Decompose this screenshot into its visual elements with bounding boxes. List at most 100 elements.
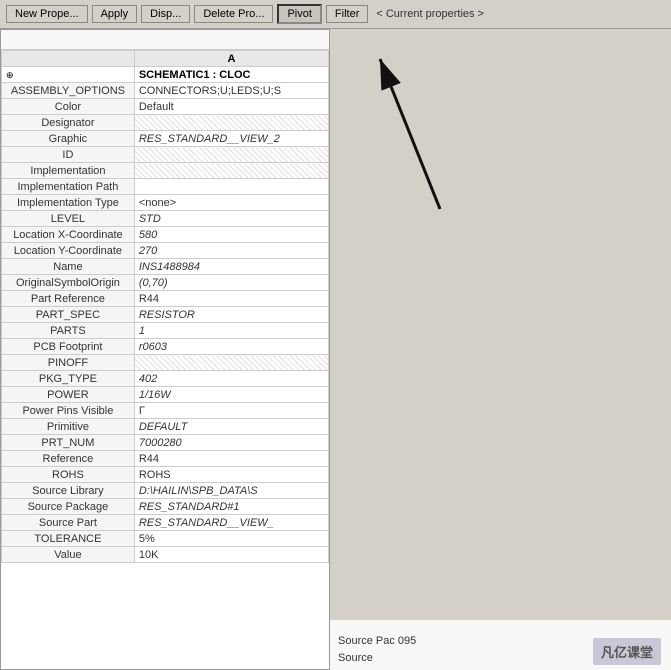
prop-value-cell: 402 xyxy=(134,371,328,387)
prop-name-cell: Source Library xyxy=(2,483,135,499)
prop-value-cell: <none> xyxy=(134,195,328,211)
right-panel: Source Pac 095 Source 凡亿课堂 xyxy=(330,29,671,670)
prop-value-cell: 580 xyxy=(134,227,328,243)
prop-name-cell: Name xyxy=(2,259,135,275)
schematic-header-row: ⊕ SCHEMATIC1 : CLOC xyxy=(2,67,329,83)
prop-table: A ⊕ SCHEMATIC1 : CLOC ASSEMBLY_OPTIONSCO… xyxy=(1,50,329,563)
col-a-header: A xyxy=(134,51,328,67)
bottom-text: Source Pac 095 Source xyxy=(338,633,416,666)
prop-name-cell: Primitive xyxy=(2,419,135,435)
prop-value-cell: RES_STANDARD__VIEW_2 xyxy=(134,131,328,147)
prop-value-cell xyxy=(134,355,328,371)
prop-name-cell: Part Reference xyxy=(2,291,135,307)
prop-value-cell: (0,70) xyxy=(134,275,328,291)
arrow-graphic xyxy=(350,39,470,219)
prop-name-cell: PCB Footprint xyxy=(2,339,135,355)
prop-name-cell: Implementation Type xyxy=(2,195,135,211)
prop-value-cell: 10K xyxy=(134,547,328,563)
table-row: ReferenceR44 xyxy=(2,451,329,467)
prop-name-cell: Graphic xyxy=(2,131,135,147)
prop-name-cell: Reference xyxy=(2,451,135,467)
bottom-line2: Source xyxy=(338,650,416,667)
prop-name-cell: Value xyxy=(2,547,135,563)
table-row: GraphicRES_STANDARD__VIEW_2 xyxy=(2,131,329,147)
table-row: ColorDefault xyxy=(2,99,329,115)
table-row: Implementation xyxy=(2,163,329,179)
toolbar: New Prope...ApplyDisp...Delete Pro...Piv… xyxy=(0,0,671,29)
table-row: Location X-Coordinate580 xyxy=(2,227,329,243)
prop-name-cell: POWER xyxy=(2,387,135,403)
table-row: PCB Footprintr0603 xyxy=(2,339,329,355)
prop-value-cell: 7000280 xyxy=(134,435,328,451)
prop-name-cell: PRT_NUM xyxy=(2,435,135,451)
prop-value-cell: D:\HAILIN\SPB_DATA\S xyxy=(134,483,328,499)
prop-name-cell: TOLERANCE xyxy=(2,531,135,547)
table-row: ASSEMBLY_OPTIONSCONNECTORS;U;LEDS;U;S xyxy=(2,83,329,99)
expand-icon: ⊕ xyxy=(6,70,14,80)
table-row: Power Pins VisibleΓ xyxy=(2,403,329,419)
table-row: ID xyxy=(2,147,329,163)
prop-value-cell: 270 xyxy=(134,243,328,259)
prop-value-cell: Default xyxy=(134,99,328,115)
prop-value-cell: R44 xyxy=(134,451,328,467)
prop-name-cell: ID xyxy=(2,147,135,163)
col-header-row: A xyxy=(2,51,329,67)
prop-name-cell: Source Part xyxy=(2,515,135,531)
prop-name-cell: Designator xyxy=(2,115,135,131)
prop-value-cell: STD xyxy=(134,211,328,227)
prop-value-cell: DEFAULT xyxy=(134,419,328,435)
prop-name-cell: Location X-Coordinate xyxy=(2,227,135,243)
new-prop-button[interactable]: New Prope... xyxy=(6,5,88,23)
table-row: PINOFF xyxy=(2,355,329,371)
table-row: OriginalSymbolOrigin(0,70) xyxy=(2,275,329,291)
prop-value-cell: RESISTOR xyxy=(134,307,328,323)
col-empty-header xyxy=(2,51,135,67)
delete-pro-button[interactable]: Delete Pro... xyxy=(194,5,273,23)
prop-name-cell: Source Package xyxy=(2,499,135,515)
prop-value-cell: 1/16W xyxy=(134,387,328,403)
prop-name-cell: ASSEMBLY_OPTIONS xyxy=(2,83,135,99)
logo-badge: 凡亿课堂 xyxy=(593,638,661,665)
prop-name-cell: LEVEL xyxy=(2,211,135,227)
prop-value-cell xyxy=(134,115,328,131)
apply-button[interactable]: Apply xyxy=(92,5,138,23)
table-row: Value10K xyxy=(2,547,329,563)
table-row: Source PackageRES_STANDARD#1 xyxy=(2,499,329,515)
prop-value-cell: CONNECTORS;U;LEDS;U;S xyxy=(134,83,328,99)
table-row: PRT_NUM7000280 xyxy=(2,435,329,451)
table-panel: A ⊕ SCHEMATIC1 : CLOC ASSEMBLY_OPTIONSCO… xyxy=(0,29,330,670)
prop-name-cell: Power Pins Visible xyxy=(2,403,135,419)
table-row: Source LibraryD:\HAILIN\SPB_DATA\S xyxy=(2,483,329,499)
main-container: New Prope...ApplyDisp...Delete Pro...Piv… xyxy=(0,0,671,670)
prop-name-cell: ROHS xyxy=(2,467,135,483)
table-row: TOLERANCE5% xyxy=(2,531,329,547)
content-area: A ⊕ SCHEMATIC1 : CLOC ASSEMBLY_OPTIONSCO… xyxy=(0,29,671,670)
search-input[interactable] xyxy=(1,30,329,49)
prop-value-cell: RES_STANDARD__VIEW_ xyxy=(134,515,328,531)
table-row: Implementation Type<none> xyxy=(2,195,329,211)
table-row: LEVELSTD xyxy=(2,211,329,227)
table-row: ROHSROHS xyxy=(2,467,329,483)
filter-button[interactable]: Filter xyxy=(326,5,368,23)
table-row: PKG_TYPE402 xyxy=(2,371,329,387)
prop-name-cell: Implementation Path xyxy=(2,179,135,195)
prop-value-cell: Γ xyxy=(134,403,328,419)
prop-value-cell: ROHS xyxy=(134,467,328,483)
prop-value-cell: r0603 xyxy=(134,339,328,355)
table-row: PrimitiveDEFAULT xyxy=(2,419,329,435)
schematic-empty: ⊕ xyxy=(2,67,135,83)
prop-name-cell: Color xyxy=(2,99,135,115)
table-row: NameINS1488984 xyxy=(2,259,329,275)
disp-button[interactable]: Disp... xyxy=(141,5,190,23)
prop-value-cell xyxy=(134,179,328,195)
prop-name-cell: Implementation xyxy=(2,163,135,179)
pivot-button[interactable]: Pivot xyxy=(277,4,321,24)
prop-name-cell: OriginalSymbolOrigin xyxy=(2,275,135,291)
bottom-line1: Source Pac 095 xyxy=(338,633,416,650)
prop-value-cell: 5% xyxy=(134,531,328,547)
prop-value-cell: INS1488984 xyxy=(134,259,328,275)
prop-name-cell: PINOFF xyxy=(2,355,135,371)
prop-value-cell xyxy=(134,147,328,163)
search-row[interactable] xyxy=(1,30,329,50)
table-row: POWER1/16W xyxy=(2,387,329,403)
